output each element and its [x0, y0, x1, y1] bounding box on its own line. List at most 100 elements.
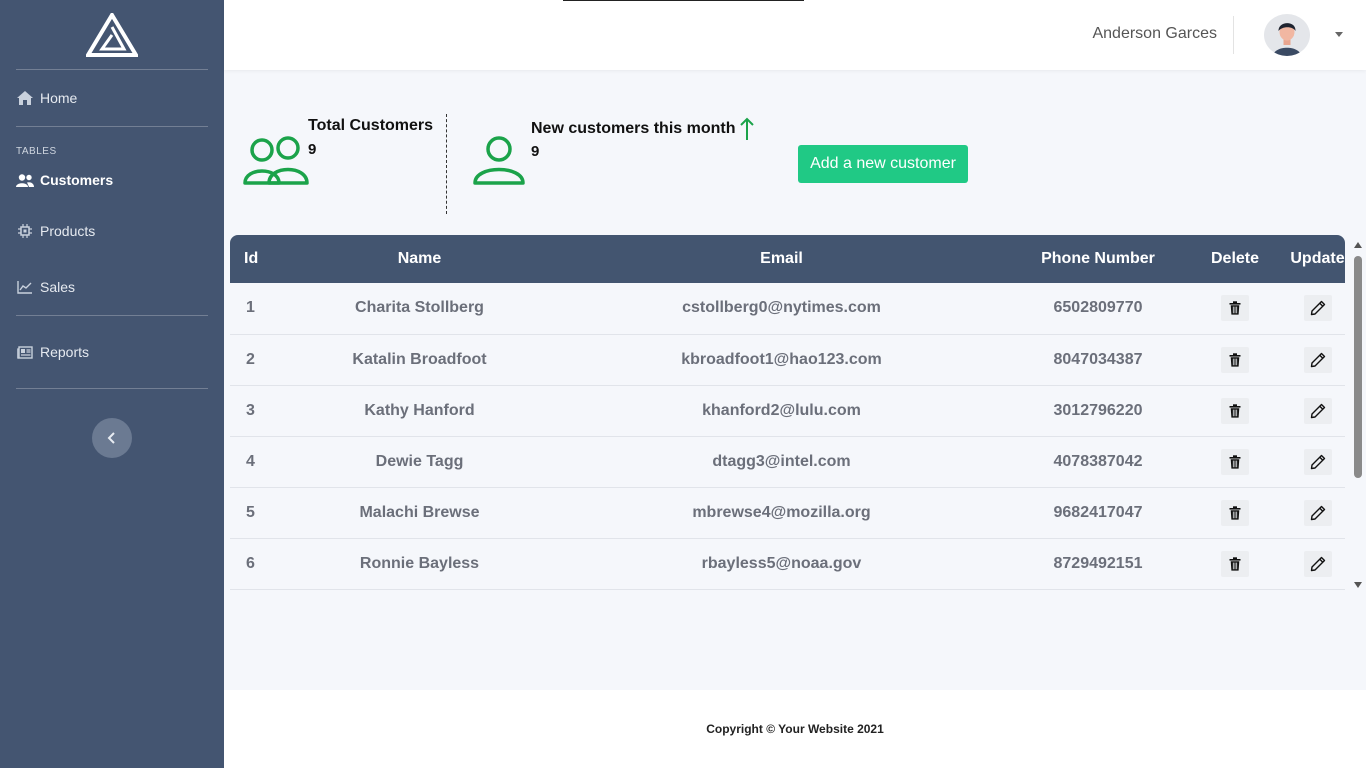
- table-row: 1 Charita Stollberg cstollberg0@nytimes.co…: [230, 283, 1345, 335]
- cell-id: 2: [230, 334, 292, 386]
- table-row: 2 Katalin Broadfoot kbroadfoot1@hao123.com…: [230, 334, 1345, 386]
- delete-button[interactable]: [1221, 397, 1249, 424]
- delete-button[interactable]: [1221, 499, 1249, 526]
- sidebar-item-label: Sales: [40, 279, 76, 295]
- trash-icon: [1229, 454, 1241, 469]
- table-row: 6 Ronnie Bayless rbayless5@noaa.gov 8729492…: [230, 538, 1345, 590]
- users-icon: [16, 171, 34, 189]
- table-row: 3 Kathy Hanford khanford2@lulu.com 30127962…: [230, 385, 1345, 437]
- cell-name: Charita Stollberg: [292, 283, 547, 335]
- cell-email: khanford2@lulu.com: [547, 385, 1016, 437]
- cell-delete: [1180, 385, 1290, 437]
- stats-divider: [446, 114, 447, 214]
- scroll-down-arrow-icon[interactable]: [1354, 582, 1362, 588]
- cell-update: [1290, 538, 1345, 590]
- trash-icon: [1229, 556, 1241, 571]
- cell-email: cstollberg0@nytimes.com: [547, 283, 1016, 335]
- pencil-icon: [1310, 505, 1326, 521]
- cell-delete: [1180, 487, 1290, 539]
- sidebar-divider: [16, 388, 208, 389]
- delete-button[interactable]: [1221, 550, 1249, 577]
- cell-update: [1290, 283, 1345, 335]
- home-icon: [16, 89, 34, 107]
- column-header-name: Name: [397, 250, 442, 267]
- sidebar-item-reports[interactable]: Reports: [0, 316, 224, 388]
- cell-name: Ronnie Bayless: [292, 538, 547, 590]
- user-menu-caret-icon[interactable]: [1335, 32, 1343, 37]
- cell-phone: 4078387042: [1016, 436, 1180, 488]
- trash-icon: [1229, 301, 1241, 315]
- sidebar-item-products[interactable]: Products: [0, 203, 224, 259]
- stat-title: Total Customers: [308, 117, 434, 134]
- trash-icon: [1229, 505, 1241, 520]
- edit-button[interactable]: [1303, 295, 1332, 322]
- sidebar-item-home[interactable]: Home: [0, 70, 224, 126]
- cell-email: kbroadfoot1@hao123.com: [547, 334, 1016, 386]
- sidebar-item-label: Reports: [40, 344, 90, 360]
- column-header-id: Id: [244, 250, 259, 267]
- sidebar-divider: [16, 126, 208, 127]
- cell-phone: 8047034387: [1016, 334, 1180, 386]
- newspaper-icon: [16, 343, 34, 361]
- cell-email: dtagg3@intel.com: [547, 436, 1016, 488]
- table-row: 4 Dewie Tagg dtagg3@intel.com 4078387042: [230, 436, 1345, 488]
- pencil-icon: [1310, 300, 1326, 316]
- cell-name: Kathy Hanford: [292, 385, 547, 437]
- sidebar-item-customers[interactable]: Customers: [0, 157, 224, 203]
- cell-name: Malachi Brewse: [292, 487, 547, 539]
- pencil-icon: [1310, 403, 1326, 419]
- edit-button[interactable]: [1303, 550, 1332, 577]
- stat-title: New customers this month: [531, 120, 736, 137]
- table-row: 5 Malachi Brewse mbrewse4@mozilla.org 96824…: [230, 487, 1345, 539]
- cell-id: 6: [230, 538, 292, 590]
- delete-button[interactable]: [1221, 346, 1249, 373]
- column-header-delete: Delete: [1210, 250, 1260, 267]
- cell-name: Dewie Tagg: [292, 436, 547, 488]
- edit-button[interactable]: [1303, 448, 1332, 475]
- pencil-icon: [1310, 556, 1326, 572]
- sidebar-item-label: Products: [40, 223, 96, 239]
- stat-value: 9: [308, 141, 317, 158]
- customers-table: Id Name Email Phone Number Delete Update…: [230, 235, 1345, 591]
- cell-id: 4: [230, 436, 292, 488]
- cell-id: 1: [230, 283, 292, 335]
- arrow-up-icon: [740, 117, 755, 140]
- cell-update: [1290, 436, 1345, 488]
- scrollbar-thumb[interactable]: [1354, 256, 1362, 478]
- sidebar: Home TABLES Customers Products Sales Rep…: [0, 0, 224, 768]
- topbar: Anderson Garces: [224, 0, 1366, 70]
- pencil-icon: [1310, 454, 1326, 470]
- logo[interactable]: [16, 0, 208, 70]
- total-customers-icon: [243, 135, 309, 190]
- avatar[interactable]: [1264, 14, 1310, 56]
- copyright-text: Copyright © Your Website 2021: [706, 722, 884, 736]
- topbar-accent-line: [563, 0, 804, 1]
- new-customers-icon: [473, 135, 525, 190]
- cell-delete: [1180, 436, 1290, 488]
- edit-button[interactable]: [1303, 499, 1332, 526]
- cell-delete: [1180, 283, 1290, 335]
- scroll-up-arrow-icon[interactable]: [1354, 242, 1362, 248]
- user-name[interactable]: Anderson Garces: [1092, 25, 1217, 43]
- delete-button[interactable]: [1221, 295, 1249, 322]
- edit-button[interactable]: [1303, 397, 1332, 424]
- stat-value: 9: [531, 143, 540, 160]
- total-customers-stat: Total Customers 9: [308, 117, 433, 158]
- sidebar-item-label: Customers: [40, 172, 114, 188]
- chart-line-icon: [16, 278, 34, 296]
- footer: Copyright © Your Website 2021: [224, 690, 1366, 768]
- cell-phone: 9682417047: [1016, 487, 1180, 539]
- edit-button[interactable]: [1303, 346, 1332, 373]
- cell-email: rbayless5@noaa.gov: [547, 538, 1016, 590]
- table-scrollbar[interactable]: [1350, 238, 1366, 590]
- sidebar-item-sales[interactable]: Sales: [0, 259, 224, 315]
- trash-icon: [1229, 403, 1241, 418]
- cell-id: 3: [230, 385, 292, 437]
- sidebar-collapse-button[interactable]: [92, 418, 132, 458]
- cell-update: [1290, 385, 1345, 437]
- add-customer-button[interactable]: Add a new customer: [798, 145, 968, 183]
- delete-button[interactable]: [1221, 448, 1249, 475]
- column-header-email: Email: [760, 250, 803, 267]
- cell-update: [1290, 334, 1345, 386]
- cell-phone: 6502809770: [1016, 283, 1180, 335]
